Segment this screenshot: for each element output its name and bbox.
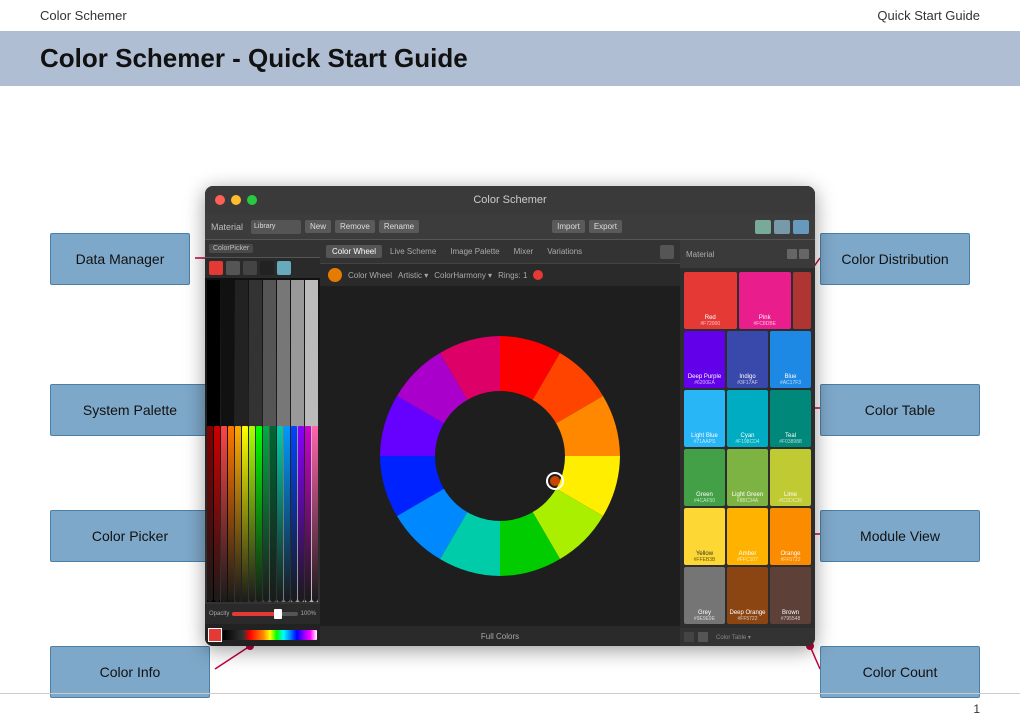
new-btn[interactable]: New (305, 220, 331, 233)
wheel-tabs: Color Wheel Live Scheme Image Palette Mi… (320, 240, 680, 264)
color-wheel-svg (360, 316, 640, 596)
ct-grid: Red #F72000 Pink #FC8DBE Deep Purple (680, 268, 815, 628)
page-title: Color Schemer - Quick Start Guide (40, 43, 980, 74)
toolbar-icon-1 (755, 220, 771, 234)
title-bar: Color Schemer - Quick Start Guide (0, 31, 1020, 86)
tab-variations[interactable]: Variations (541, 245, 588, 258)
wheel-area: Color Wheel Live Scheme Image Palette Mi… (320, 240, 680, 646)
ct-cell-pink: Pink #FC8DBE (739, 272, 792, 329)
palette-sidebar: ColorPicker (205, 240, 320, 646)
pencil-bars (205, 424, 320, 604)
tab-imagepalette[interactable]: Image Palette (444, 245, 505, 258)
picker-swatch-4 (260, 261, 274, 275)
picker-swatch-2 (226, 261, 240, 275)
ct-cell-deeppurple: Deep Purple #6200EA (684, 331, 725, 388)
color-table-panel: Material Red #F72000 (680, 240, 815, 646)
library-field: Library (251, 220, 301, 234)
wheel-canvas (320, 286, 680, 626)
page-footer: 1 (0, 693, 1020, 716)
color-info-label: Color Info (50, 646, 210, 698)
color-distribution-label: Color Distribution (820, 233, 970, 285)
remove-btn[interactable]: Remove (335, 220, 375, 233)
data-manager-label: Data Manager (50, 233, 190, 285)
close-dot (215, 195, 225, 205)
ct-cell-blue: Blue #AC17F3 (770, 331, 811, 388)
wheel-controls: Color Wheel Artistic ▾ ColorHarmony ▾ Ri… (320, 264, 680, 286)
ct-cell-brown: Brown #795548 (770, 567, 811, 624)
ct-cell-green: Green #4CAF50 (684, 449, 725, 506)
ct-cell-lightblue: Light Blue #71AAPS (684, 390, 725, 447)
app-screenshot: Color Schemer Material Library New Remov… (205, 186, 815, 646)
color-dot (328, 268, 342, 282)
picker-swatch-1 (209, 261, 223, 275)
right-toolbar-icons (755, 220, 809, 234)
pencils-area (205, 278, 320, 604)
ct-row-3: Light Blue #71AAPS Cyan #F198CD4 Teal #F… (684, 390, 811, 447)
opacity-control: Opacity 100% (205, 604, 320, 624)
ct-cell-cyan: Cyan #F198CD4 (727, 390, 768, 447)
ct-row-4: Green #4CAF50 Light Green #8BC34A Lime #… (684, 449, 811, 506)
ct-cell-red: Red #F72000 (684, 272, 737, 329)
import-btn[interactable]: Import (552, 220, 585, 233)
ct-statusbar: Color Table ▾ (680, 628, 815, 646)
color-mix-row (205, 624, 320, 646)
color-indicator (533, 270, 543, 280)
toolbar-icon-2 (774, 220, 790, 234)
ct-header: Material (680, 240, 815, 268)
picker-swatch-3 (243, 261, 257, 275)
ct-icon-1 (787, 249, 797, 259)
header-right: Quick Start Guide (877, 8, 980, 23)
tab-colorwheel[interactable]: Color Wheel (326, 245, 382, 258)
tab-livescheme[interactable]: Live Scheme (384, 245, 442, 258)
color-table-label: Color Table (820, 384, 980, 436)
tab-mixer[interactable]: Mixer (508, 245, 540, 258)
ct-cell-grey: Grey #9E9E9E (684, 567, 725, 624)
ct-icon-2 (799, 249, 809, 259)
ct-row-5: Yellow #FFEB3B Amber #FFC107 Orange #FF5… (684, 508, 811, 565)
ct-cell-lime: Lime #CDDC39 (770, 449, 811, 506)
ct-cell-accent (793, 272, 811, 329)
toolbar-icon-3 (793, 220, 809, 234)
ct-row-2: Deep Purple #6200EA Indigo #3F17AF Blue … (684, 331, 811, 388)
picker-swatch-5 (277, 261, 291, 275)
header-left: Color Schemer (40, 8, 127, 23)
app-toolbar: Material Library New Remove Rename Impor… (205, 214, 815, 240)
ct-row-1: Red #F72000 Pink #FC8DBE (684, 272, 811, 329)
main-content: Data Manager Import / Export Output Copy… (0, 106, 1020, 726)
ct-cell-teal: Teal #F038988 (770, 390, 811, 447)
ct-cell-lightgreen: Light Green #8BC34A (727, 449, 768, 506)
full-colors-label: Full Colors (320, 626, 680, 646)
ct-cell-amber: Amber #FFC107 (727, 508, 768, 565)
ct-cell-deeporange: Deep Orange #FF5722 (727, 567, 768, 624)
minimize-dot (231, 195, 241, 205)
app-title: Color Schemer (473, 194, 546, 206)
maximize-dot (247, 195, 257, 205)
module-view-label: Module View (820, 510, 980, 562)
page-header: Color Schemer Quick Start Guide (0, 0, 1020, 31)
export-btn[interactable]: Export (589, 220, 622, 233)
color-count-label: Color Count (820, 646, 980, 698)
system-palette-label: System Palette (50, 384, 210, 436)
ct-row-6: Grey #9E9E9E Deep Orange #FF5722 Brown #… (684, 567, 811, 624)
grid-icon (660, 245, 674, 259)
ct-cell-yellow: Yellow #FFEB3B (684, 508, 725, 565)
rename-btn[interactable]: Rename (379, 220, 419, 233)
ct-cell-indigo: Indigo #3F17AF (727, 331, 768, 388)
app-body: ColorPicker (205, 240, 815, 646)
color-picker-label: Color Picker (50, 510, 210, 562)
ct-material-label: Material (686, 250, 714, 259)
app-titlebar: Color Schemer (205, 186, 815, 214)
page-number: 1 (973, 702, 980, 716)
ct-cell-orange: Orange #FF5722 (770, 508, 811, 565)
